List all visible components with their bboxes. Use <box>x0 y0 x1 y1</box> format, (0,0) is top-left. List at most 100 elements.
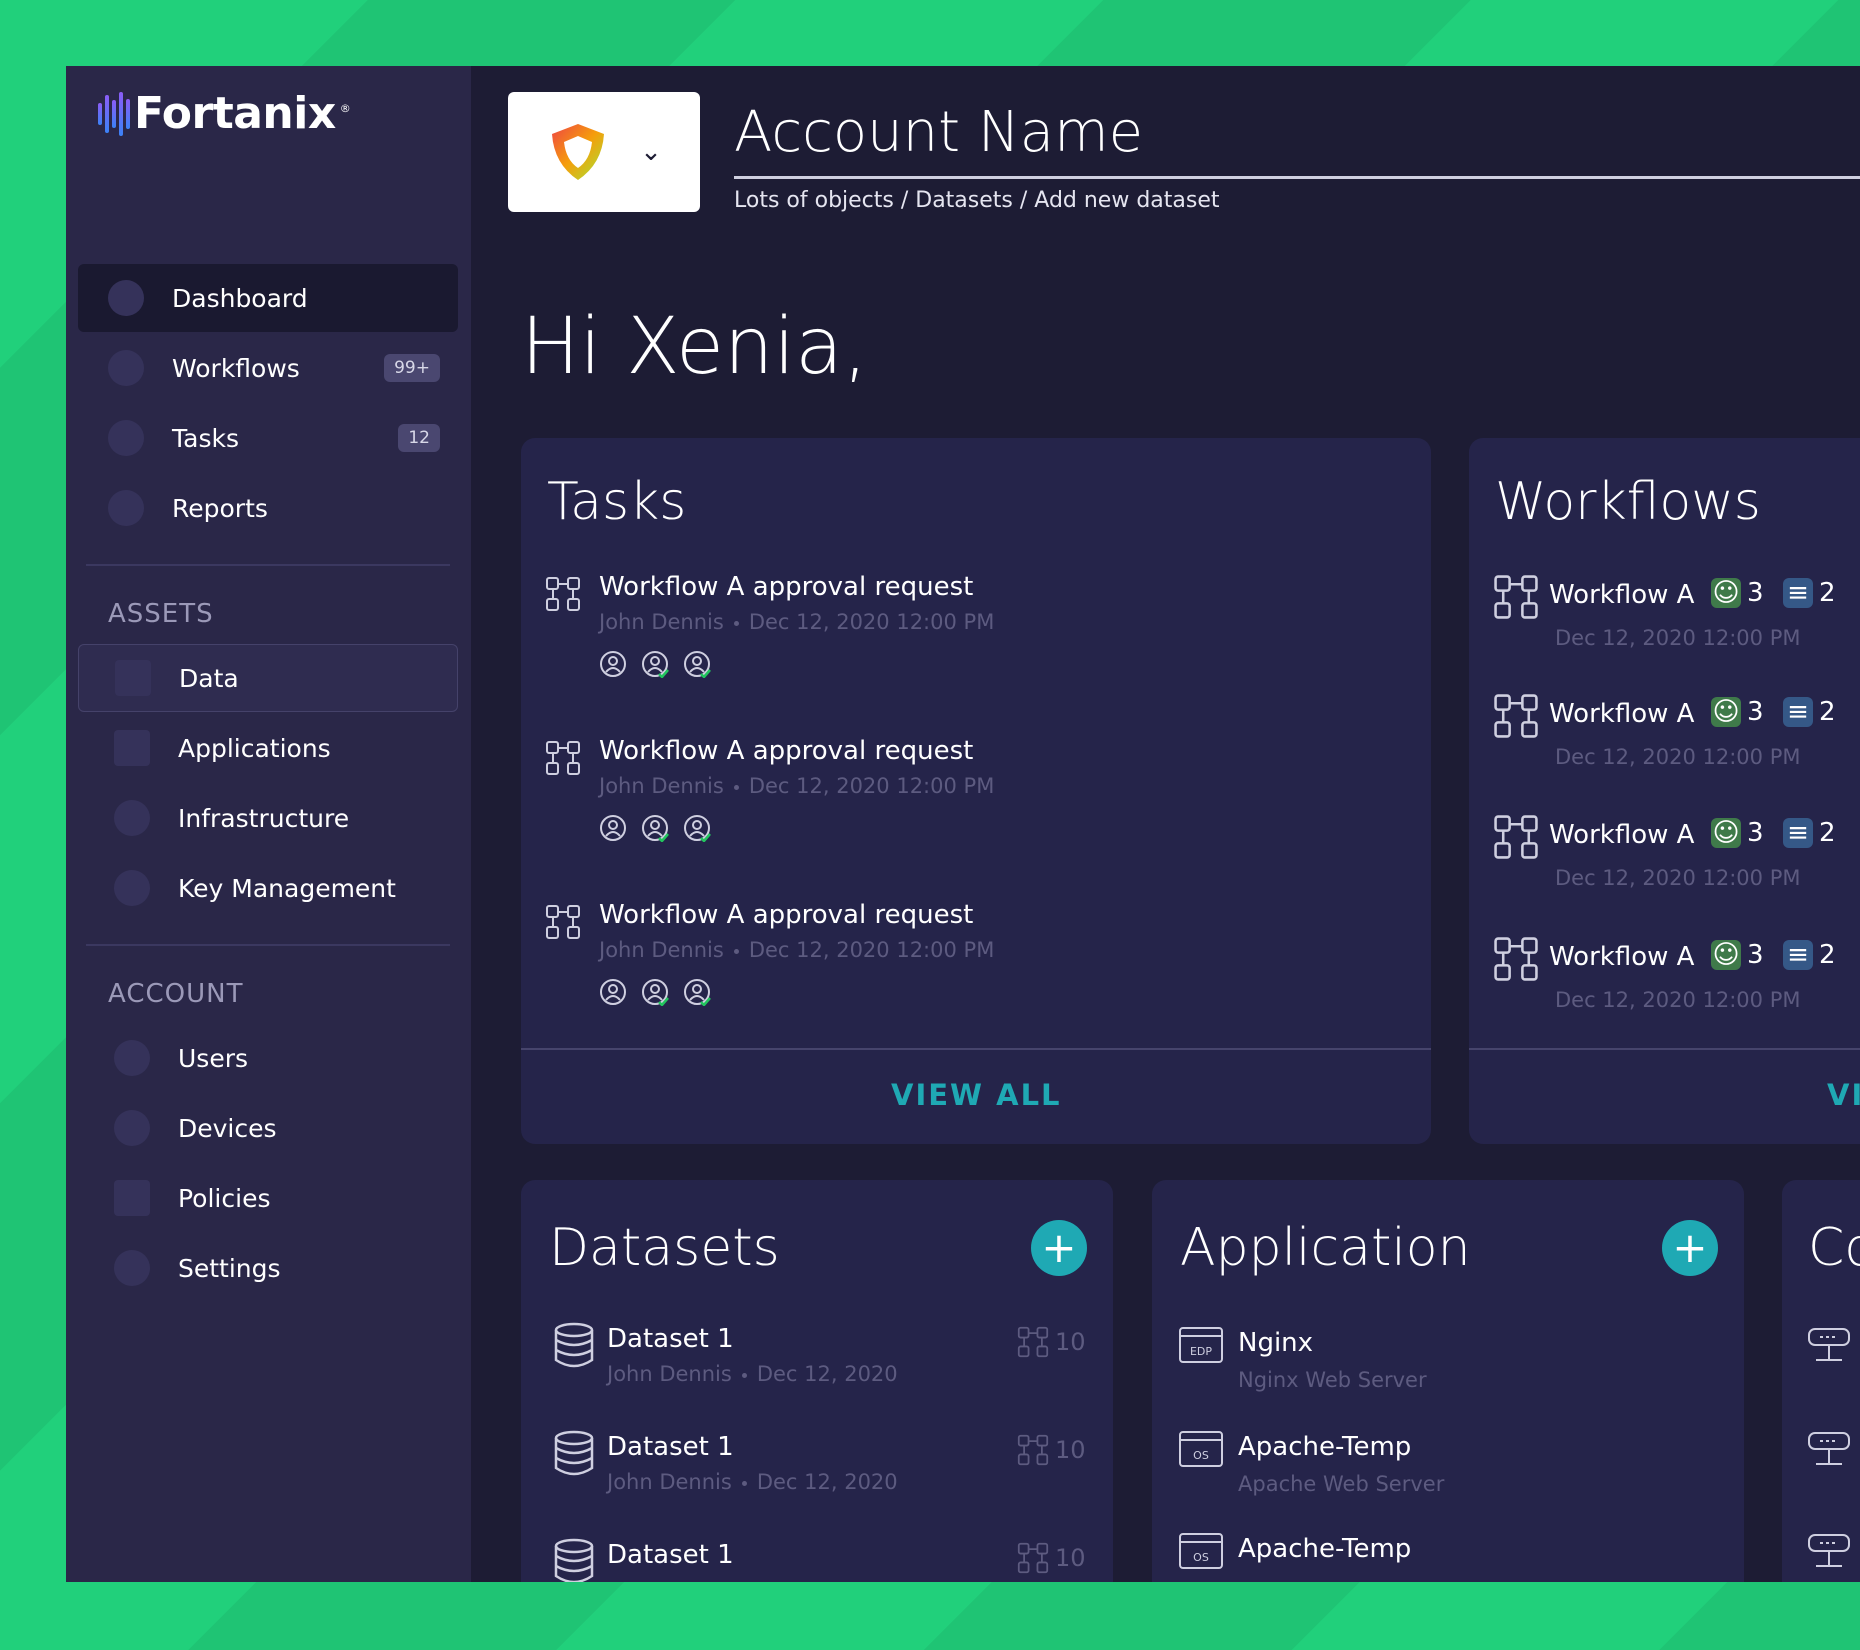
dataset-workflow-count: 10 <box>1017 1542 1086 1574</box>
user-icon: ☺ <box>1711 578 1741 608</box>
datasets-count: ≡ 2 <box>1783 818 1836 848</box>
workflow-icon <box>546 741 580 775</box>
approvers-count: ☺ 3 <box>1711 697 1764 727</box>
sidebar-item-label: Data <box>179 663 239 693</box>
data-icon <box>115 660 151 696</box>
sidebar-item-data[interactable]: Data <box>78 644 458 712</box>
separator-dot <box>733 948 739 954</box>
applications-icon <box>114 730 150 766</box>
approver-icon <box>684 815 711 842</box>
database-icon <box>554 1322 594 1368</box>
task-item[interactable]: Workflow A approval request John Dennis D… <box>545 900 1245 1020</box>
sidebar-item-users[interactable]: Users <box>78 1024 458 1092</box>
dataset-name: Dataset 1 <box>607 1540 734 1570</box>
datasets-count: ≡ 2 <box>1783 940 1836 970</box>
dataset-item[interactable]: Dataset 1 John Dennis Dec 12, 2020 10 <box>553 1322 1093 1402</box>
approver-icon <box>684 979 711 1006</box>
sidebar-item-tasks[interactable]: Tasks 12 <box>78 404 458 472</box>
shield-logo-icon <box>552 124 605 180</box>
workflow-date: Dec 12, 2020 12:00 PM <box>1555 866 1801 890</box>
sidebar-item-infrastructure[interactable]: Infrastructure <box>78 784 458 852</box>
workflows-count-badge: 99+ <box>384 354 440 382</box>
application-item[interactable]: OS Apache-Temp <box>1178 1532 1718 1582</box>
approvers-count: ☺ 3 <box>1711 578 1764 608</box>
sidebar-item-label: Settings <box>178 1253 281 1283</box>
task-user: John Dennis <box>599 938 724 962</box>
brand-name: Fortanix <box>134 88 336 139</box>
workflow-item[interactable]: Workflow A ☺ 3 ≡ 2 Dec 12, 2020 12:00 PM <box>1493 574 1860 664</box>
task-meta: John Dennis Dec 12, 2020 12:00 PM <box>599 610 994 634</box>
approvers-value: 3 <box>1747 818 1764 848</box>
workflow-date: Dec 12, 2020 12:00 PM <box>1555 988 1801 1012</box>
dataset-item[interactable]: Dataset 1 John Dennis Dec 12, 2020 10 <box>553 1430 1093 1510</box>
add-dataset-button[interactable]: + <box>1031 1220 1087 1276</box>
infrastructure-icon <box>114 800 150 836</box>
gear-icon <box>114 1250 150 1286</box>
sidebar-item-reports[interactable]: Reports <box>78 474 458 542</box>
brand-logo[interactable]: Fortanix ® <box>98 88 351 139</box>
workflow-item[interactable]: Workflow A ☺ 3 ≡ 2 Dec 12, 2020 12:00 PM <box>1493 693 1860 783</box>
brand-reg-mark: ® <box>339 102 351 115</box>
approver-icon <box>642 651 669 678</box>
card-title: Datasets <box>549 1218 780 1278</box>
user-icon: ☺ <box>1711 697 1741 727</box>
reports-icon <box>108 490 144 526</box>
sidebar-nav: Dashboard Workflows 99+ Tasks 12 Reports… <box>78 264 458 1304</box>
tenant-selector[interactable]: ⌄ <box>508 92 700 212</box>
tasks-icon <box>108 420 144 456</box>
user-icon: ☺ <box>1711 940 1741 970</box>
sidebar-item-dashboard[interactable]: Dashboard <box>78 264 458 332</box>
sidebar-item-devices[interactable]: Devices <box>78 1094 458 1162</box>
sidebar-item-settings[interactable]: Settings <box>78 1234 458 1302</box>
approver-avatars <box>599 978 711 1006</box>
application-item[interactable]: EDP Nginx Nginx Web Server <box>1178 1326 1718 1406</box>
workflow-icon <box>1494 575 1538 619</box>
workflow-icon <box>1494 694 1538 738</box>
workflow-item[interactable]: Workflow A ☺ 3 ≡ 2 Dec 12, 2020 12:00 PM <box>1493 936 1860 1026</box>
account-section-label: ACCOUNT <box>108 979 244 1009</box>
workflow-icon <box>1017 1326 1049 1358</box>
dataset-item[interactable]: Dataset 1 10 <box>553 1538 1093 1582</box>
sidebar-item-label: Key Management <box>178 873 396 903</box>
card-title: Application <box>1180 1218 1471 1278</box>
breadcrumb[interactable]: Lots of objects / Datasets / Add new dat… <box>734 188 1220 213</box>
view-all-workflows-link[interactable]: VI <box>1827 1078 1860 1112</box>
task-date: Dec 12, 2020 12:00 PM <box>748 938 995 962</box>
workflow-icon <box>1494 937 1538 981</box>
server-icon <box>1808 1432 1850 1465</box>
application-item[interactable]: OS Apache-Temp Apache Web Server <box>1178 1430 1718 1510</box>
app-window: Fortanix ® Dashboard Workflows 99+ Tasks… <box>66 66 1860 1582</box>
dataset-workflow-count: 10 <box>1017 1434 1086 1466</box>
approver-icon <box>642 815 669 842</box>
server-icon <box>1808 1534 1850 1567</box>
task-date: Dec 12, 2020 12:00 PM <box>748 774 995 798</box>
dataset-user: John Dennis <box>607 1362 732 1386</box>
sidebar-item-label: Dashboard <box>172 283 308 313</box>
add-application-button[interactable]: + <box>1662 1220 1718 1276</box>
sidebar-item-workflows[interactable]: Workflows 99+ <box>78 334 458 402</box>
sidebar-item-applications[interactable]: Applications <box>78 714 458 782</box>
sidebar-item-label: Policies <box>178 1183 271 1213</box>
datasets-card: Datasets + Dataset 1 John Dennis Dec 12, … <box>521 1180 1113 1582</box>
approvers-value: 3 <box>1747 940 1764 970</box>
task-item[interactable]: Workflow A approval request John Dennis D… <box>545 736 1245 856</box>
database-icon: ≡ <box>1783 578 1813 608</box>
approver-icon <box>600 979 626 1005</box>
chevron-down-icon: ⌄ <box>640 137 662 167</box>
task-meta: John Dennis Dec 12, 2020 12:00 PM <box>599 938 994 962</box>
workflow-date: Dec 12, 2020 12:00 PM <box>1555 745 1801 769</box>
os-server-icon: OS <box>1179 1431 1223 1467</box>
sidebar-item-label: Tasks <box>172 423 239 453</box>
users-icon <box>114 1040 150 1076</box>
svg-text:EDP: EDP <box>1190 1345 1212 1358</box>
sidebar-item-label: Infrastructure <box>178 803 350 833</box>
task-item[interactable]: Workflow A approval request John Dennis D… <box>545 572 1245 692</box>
greeting: Hi Xenia, <box>521 302 868 392</box>
separator-dot <box>733 620 739 626</box>
sidebar-item-policies[interactable]: Policies <box>78 1164 458 1232</box>
view-all-tasks-link[interactable]: VIEW ALL <box>891 1078 1062 1112</box>
sidebar-item-label: Workflows <box>172 353 300 383</box>
workflow-item[interactable]: Workflow A ☺ 3 ≡ 2 Dec 12, 2020 12:00 PM <box>1493 814 1860 904</box>
card-title: Tasks <box>547 472 687 532</box>
sidebar-item-key-management[interactable]: Key Management <box>78 854 458 922</box>
